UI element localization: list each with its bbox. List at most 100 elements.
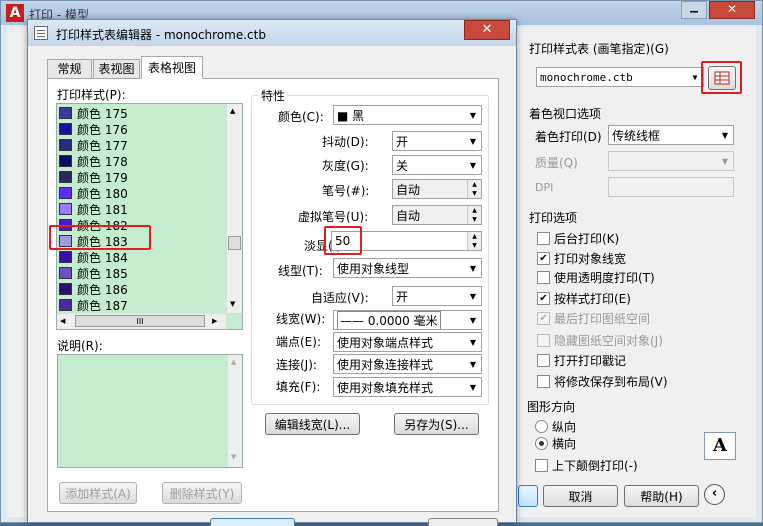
scroll-left-icon[interactable]: ◀ <box>60 317 65 325</box>
checkbox[interactable] <box>535 459 548 472</box>
style-list-item[interactable]: 颜色 187 <box>59 297 128 313</box>
tab-table-view[interactable]: 表视图 <box>93 59 140 78</box>
style-list-item[interactable]: 颜色 181 <box>59 201 128 217</box>
spin-arrows-icon[interactable]: ▲ ▼ <box>467 206 481 224</box>
style-list-item[interactable]: 颜色 180 <box>59 185 128 201</box>
checkbox[interactable] <box>537 375 550 388</box>
edit-lineweights-button[interactable]: 编辑线宽(L)... <box>265 413 360 435</box>
quality-select[interactable]: ▼ <box>608 151 734 171</box>
style-list-item[interactable]: 颜色 176 <box>59 121 128 137</box>
style-list-item[interactable]: 颜色 177 <box>59 137 128 153</box>
color-swatch <box>59 171 72 183</box>
option-paperspace-last[interactable]: ✔ 最后打印图纸空间 <box>537 310 650 327</box>
list-vscrollbar[interactable]: ▲ ▼ <box>226 104 242 313</box>
styles-list[interactable]: 颜色 175 颜色 176 颜色 177 颜色 178 颜色 179 颜色 180 颜色 1… <box>56 103 243 330</box>
color-select[interactable]: ■ 黑 ▼ <box>333 105 482 125</box>
scroll-thumb[interactable] <box>228 236 241 250</box>
linetype-select[interactable]: 使用对象线型 ▼ <box>333 258 482 278</box>
list-hscrollbar[interactable]: ◀ III ▶ <box>57 313 226 329</box>
pen-number-spinner[interactable]: 自动 ▲ ▼ <box>392 179 482 199</box>
style-list-item[interactable]: 颜色 185 <box>59 265 128 281</box>
desc-scrollbar[interactable]: ▲ ▼ <box>227 355 242 467</box>
option-plot-with-styles[interactable]: ✔ 按样式打印(E) <box>537 290 631 307</box>
hscroll-thumb[interactable]: III <box>75 315 205 327</box>
style-name: 颜色 177 <box>77 138 128 153</box>
description-label: 说明(R): <box>57 339 103 353</box>
color-swatch <box>59 203 72 215</box>
fillstyle-select[interactable]: 使用对象填充样式 ▼ <box>333 377 482 397</box>
style-list-item[interactable]: 颜色 179 <box>59 169 128 185</box>
option-plot-lineweights[interactable]: ✔ 打印对象线宽 <box>537 250 626 267</box>
help-button[interactable]: 帮助(H) <box>624 485 699 507</box>
virtual-pen-value: 自动 <box>396 208 421 223</box>
expand-less-button[interactable]: ‹ <box>704 484 725 505</box>
option-background-plot[interactable]: 后台打印(K) <box>537 230 619 247</box>
chevron-down-icon: ▼ <box>465 287 481 305</box>
dpi-label: DPI <box>535 181 554 194</box>
option-transparency[interactable]: 使用透明度打印(T) <box>537 269 655 286</box>
endstyle-select[interactable]: 使用对象端点样式 ▼ <box>333 332 482 352</box>
color-swatch <box>59 155 72 167</box>
scroll-down-icon[interactable]: ▼ <box>231 453 236 461</box>
checkbox[interactable] <box>537 354 550 367</box>
plot-style-select[interactable]: monochrome.ctb ▼ <box>536 67 704 87</box>
save-as-button[interactable]: 另存为(S)... <box>394 413 479 435</box>
editor-bottom-button-partial-2[interactable] <box>428 518 498 526</box>
color-swatch <box>59 107 72 119</box>
adaptive-select[interactable]: 开 ▼ <box>392 286 482 306</box>
grayscale-select[interactable]: 关 ▼ <box>392 155 482 175</box>
editor-app-icon <box>34 26 48 40</box>
dither-select[interactable]: 开 ▼ <box>392 131 482 151</box>
dpi-input[interactable] <box>608 177 734 197</box>
editor-bottom-button-partial[interactable] <box>210 518 295 526</box>
color-swatch <box>59 283 72 295</box>
shaded-plot-select[interactable]: 传统线框 ▼ <box>608 125 734 145</box>
option-hide-paperspace[interactable]: 隐藏图纸空间对象(J) <box>537 332 663 349</box>
virtual-pen-spinner[interactable]: 自动 ▲ ▼ <box>392 205 482 225</box>
editor-titlebar: 打印样式表编辑器 - monochrome.ctb ✕ <box>28 20 516 46</box>
minimize-button[interactable]: ▁ <box>681 1 707 19</box>
style-list-item[interactable]: 颜色 186 <box>59 281 128 297</box>
ok-button-partial[interactable] <box>518 485 538 507</box>
checkbox-checked[interactable]: ✔ <box>537 252 550 265</box>
style-list-item[interactable]: 颜色 175 <box>59 105 128 121</box>
checkbox-checked[interactable]: ✔ <box>537 312 550 325</box>
delete-style-button[interactable]: 删除样式(Y) <box>162 482 242 504</box>
spin-arrows-icon[interactable]: ▲ ▼ <box>467 180 481 198</box>
scroll-up-icon[interactable]: ▲ <box>230 107 235 115</box>
joinstyle-label: 连接(J): <box>276 358 317 372</box>
checkbox-checked[interactable]: ✔ <box>537 292 550 305</box>
scroll-up-icon[interactable]: ▲ <box>231 358 236 366</box>
add-style-button[interactable]: 添加样式(A) <box>59 482 137 504</box>
scroll-right-icon[interactable]: ▶ <box>212 317 217 325</box>
chevron-down-icon: ▼ <box>717 152 733 170</box>
tab-form-view[interactable]: 表格视图 <box>141 56 203 79</box>
landscape-radio[interactable]: 横向 <box>535 435 576 452</box>
style-name: 颜色 175 <box>77 106 128 121</box>
description-textarea[interactable]: ▲ ▼ <box>57 354 243 468</box>
option-plot-stamp[interactable]: 打开打印戳记 <box>537 352 626 369</box>
scroll-down-icon[interactable]: ▼ <box>230 300 235 308</box>
highlight-screening <box>324 226 362 255</box>
lineweight-select[interactable]: —— 0.0000 毫米 ▼ <box>333 310 482 330</box>
fillstyle-label: 填充(F): <box>276 380 321 394</box>
shaded-plot-label: 着色打印(D) <box>535 130 602 144</box>
checkbox[interactable] <box>537 334 550 347</box>
style-list-item[interactable]: 颜色 178 <box>59 153 128 169</box>
color-swatch <box>59 267 72 279</box>
spin-arrows-icon[interactable]: ▲ ▼ <box>467 232 481 250</box>
quality-label: 质量(Q) <box>535 156 578 170</box>
upside-down-checkbox[interactable]: 上下颠倒打印(-) <box>535 457 638 474</box>
checkbox[interactable] <box>537 271 550 284</box>
cancel-button[interactable]: 取消 <box>543 485 618 507</box>
tab-general[interactable]: 常规 <box>47 59 92 78</box>
style-list-item[interactable]: 颜色 184 <box>59 249 128 265</box>
styles-label: 打印样式(P): <box>57 88 126 102</box>
close-button[interactable]: ✕ <box>709 1 755 19</box>
option-save-to-layout[interactable]: 将修改保存到布局(V) <box>537 373 668 390</box>
checkbox[interactable] <box>537 232 550 245</box>
joinstyle-select[interactable]: 使用对象连接样式 ▼ <box>333 354 482 374</box>
lineweight-label: 线宽(W): <box>276 312 326 326</box>
portrait-radio[interactable]: 纵向 <box>535 418 576 435</box>
editor-close-button[interactable]: ✕ <box>464 20 510 40</box>
